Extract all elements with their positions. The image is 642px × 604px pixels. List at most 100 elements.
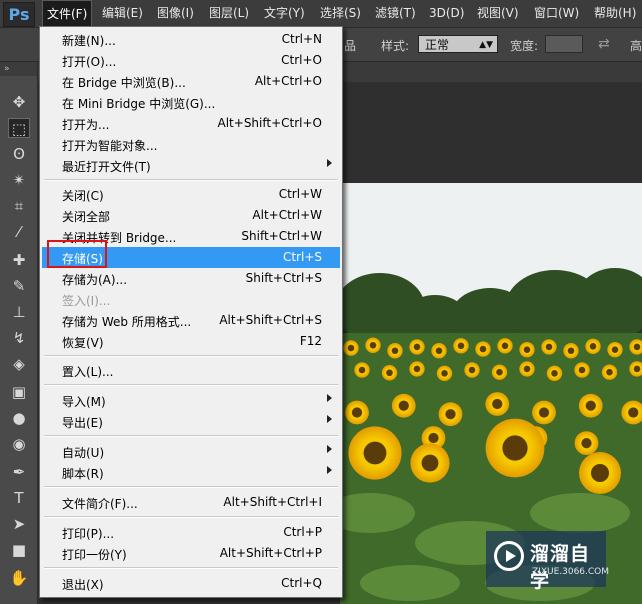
menu-item-label: 文件简介(F)... — [62, 497, 138, 511]
lasso-tool-icon[interactable]: ʘ — [8, 144, 30, 164]
menu-window[interactable]: 窗口(W) — [530, 0, 583, 27]
clone-stamp-tool-icon[interactable]: ⊥ — [8, 302, 30, 322]
menu-layer[interactable]: 图层(L) — [205, 0, 253, 27]
annotation-highlight-box — [47, 240, 107, 268]
menu-item-shortcut: Alt+Ctrl+O — [254, 74, 322, 88]
menu-item-label: 打开(O)... — [62, 55, 117, 69]
menu-item-shortcut: Ctrl+N — [281, 32, 322, 46]
menu-file[interactable]: 文件(F) — [42, 0, 93, 27]
menu-separator — [44, 567, 338, 569]
watermark-url: ZIXUE.3066.COM — [532, 567, 610, 577]
play-logo-icon — [494, 541, 524, 571]
menu-item-shortcut: Ctrl+O — [281, 53, 322, 67]
menu-item-shortcut: Alt+Shift+Ctrl+O — [217, 116, 322, 130]
menu-item-shortcut: Shift+Ctrl+S — [245, 271, 322, 285]
menu-item-shortcut: Alt+Ctrl+W — [252, 208, 322, 222]
menu-item-automate[interactable]: 自动(U) — [42, 441, 340, 462]
menu-item-label: 在 Bridge 中浏览(B)... — [62, 76, 186, 90]
menu-item-close-all[interactable]: 关闭全部 Alt+Ctrl+W — [42, 205, 340, 226]
menu-item-label: 导入(M) — [62, 395, 106, 409]
menu-item-file-info[interactable]: 文件简介(F)... Alt+Shift+Ctrl+I — [42, 492, 340, 513]
menu-item-recent-files[interactable]: 最近打开文件(T) — [42, 155, 340, 176]
dodge-tool-icon[interactable]: ◉ — [8, 434, 30, 454]
menu-item-save-for-web[interactable]: 存储为 Web 所用格式... Alt+Shift+Ctrl+S — [42, 310, 340, 331]
menu-item-print[interactable]: 打印(P)... Ctrl+P — [42, 522, 340, 543]
style-select[interactable]: 正常 ▲▼ — [418, 35, 498, 53]
history-brush-tool-icon[interactable]: ↯ — [8, 328, 30, 348]
menu-item-scripts[interactable]: 脚本(R) — [42, 462, 340, 483]
menu-item-label: 打开为智能对象... — [62, 139, 158, 153]
menu-item-place[interactable]: 置入(L)... — [42, 360, 340, 381]
menu-item-new[interactable]: 新建(N)... Ctrl+N — [42, 29, 340, 50]
width-label: 宽度: — [510, 39, 539, 53]
menu-separator — [44, 179, 338, 181]
panel-collapse-icon[interactable]: » — [0, 62, 37, 76]
menu-view[interactable]: 视图(V) — [473, 0, 523, 27]
menu-item-open[interactable]: 打开(O)... Ctrl+O — [42, 50, 340, 71]
menu-item-label: 签入(I)... — [62, 294, 111, 308]
menu-item-revert[interactable]: 恢复(V) F12 — [42, 331, 340, 352]
menu-item-check-in: 签入(I)... — [42, 289, 340, 310]
hand-tool-icon[interactable]: ✋ — [8, 568, 30, 588]
healing-brush-tool-icon[interactable]: ✚ — [8, 250, 30, 270]
magic-wand-tool-icon[interactable]: ✴ — [8, 170, 30, 190]
menu-item-label: 打开为... — [62, 118, 110, 132]
menu-select[interactable]: 选择(S) — [316, 0, 365, 27]
menu-item-label: 最近打开文件(T) — [62, 160, 151, 174]
eraser-tool-icon[interactable]: ◈ — [8, 354, 30, 374]
menu-item-open-smart-object[interactable]: 打开为智能对象... — [42, 134, 340, 155]
menu-item-export[interactable]: 导出(E) — [42, 411, 340, 432]
brush-tool-icon[interactable]: ✎ — [8, 276, 30, 296]
menu-item-label: 关闭全部 — [62, 210, 111, 224]
menu-item-label: 存储为(A)... — [62, 273, 128, 287]
crop-tool-icon[interactable]: ⌗ — [8, 196, 30, 216]
menu-item-browse-mini-bridge[interactable]: 在 Mini Bridge 中浏览(G)... — [42, 92, 340, 113]
watermark-title: 溜溜自学 — [530, 543, 591, 592]
menu-3d[interactable]: 3D(D) — [425, 0, 468, 27]
menu-separator — [44, 516, 338, 518]
menu-item-label: 存储为 Web 所用格式... — [62, 315, 192, 329]
menu-item-close[interactable]: 关闭(C) Ctrl+W — [42, 184, 340, 205]
menu-filter[interactable]: 滤镜(T) — [371, 0, 420, 27]
style-select-value: 正常 — [425, 38, 450, 52]
menu-separator — [44, 435, 338, 437]
menu-edit[interactable]: 编辑(E) — [98, 0, 147, 27]
type-tool-icon[interactable]: T — [8, 488, 30, 508]
gradient-tool-icon[interactable]: ▣ — [8, 382, 30, 402]
menu-item-label: 自动(U) — [62, 446, 105, 460]
menu-item-print-one-copy[interactable]: 打印一份(Y) Alt+Shift+Ctrl+P — [42, 543, 340, 564]
menu-item-label: 置入(L)... — [62, 365, 114, 379]
menu-item-import[interactable]: 导入(M) — [42, 390, 340, 411]
menu-item-save-as[interactable]: 存储为(A)... Shift+Ctrl+S — [42, 268, 340, 289]
menu-item-label: 导出(E) — [62, 416, 103, 430]
swap-icon[interactable]: ⇄ — [598, 36, 610, 52]
menu-separator — [44, 486, 338, 488]
pen-tool-icon[interactable]: ✒ — [8, 462, 30, 482]
menu-item-shortcut: Alt+Shift+Ctrl+P — [219, 546, 322, 560]
menu-item-browse-bridge[interactable]: 在 Bridge 中浏览(B)... Alt+Ctrl+O — [42, 71, 340, 92]
eyedropper-tool-icon[interactable]: ⁄ — [8, 222, 30, 242]
width-field[interactable] — [545, 35, 583, 53]
menu-item-shortcut: F12 — [299, 334, 322, 348]
submenu-arrow-icon — [327, 445, 332, 453]
menu-separator — [44, 384, 338, 386]
menu-item-label: 脚本(R) — [62, 467, 104, 481]
move-tool-icon[interactable]: ✥ — [8, 92, 30, 112]
marquee-tool-icon[interactable]: ⬚ — [8, 118, 30, 138]
menu-image[interactable]: 图像(I) — [153, 0, 198, 27]
menu-item-shortcut: Ctrl+Q — [281, 576, 322, 590]
menu-item-shortcut: Ctrl+S — [282, 250, 322, 264]
submenu-arrow-icon — [327, 415, 332, 423]
menu-type[interactable]: 文字(Y) — [260, 0, 309, 27]
menu-item-label: 在 Mini Bridge 中浏览(G)... — [62, 97, 216, 111]
blur-tool-icon[interactable]: ● — [8, 408, 30, 428]
menu-item-exit[interactable]: 退出(X) Ctrl+Q — [42, 573, 340, 594]
menu-help[interactable]: 帮助(H) — [590, 0, 640, 27]
rectangle-tool-icon[interactable]: ■ — [8, 540, 30, 560]
menu-bar: Ps 文件(F) 编辑(E) 图像(I) 图层(L) 文字(Y) 选择(S) 滤… — [0, 0, 642, 28]
menu-item-label: 新建(N)... — [62, 34, 116, 48]
submenu-arrow-icon — [327, 394, 332, 402]
menu-item-label: 退出(X) — [62, 578, 104, 592]
path-selection-tool-icon[interactable]: ➤ — [8, 514, 30, 534]
menu-item-open-as[interactable]: 打开为... Alt+Shift+Ctrl+O — [42, 113, 340, 134]
